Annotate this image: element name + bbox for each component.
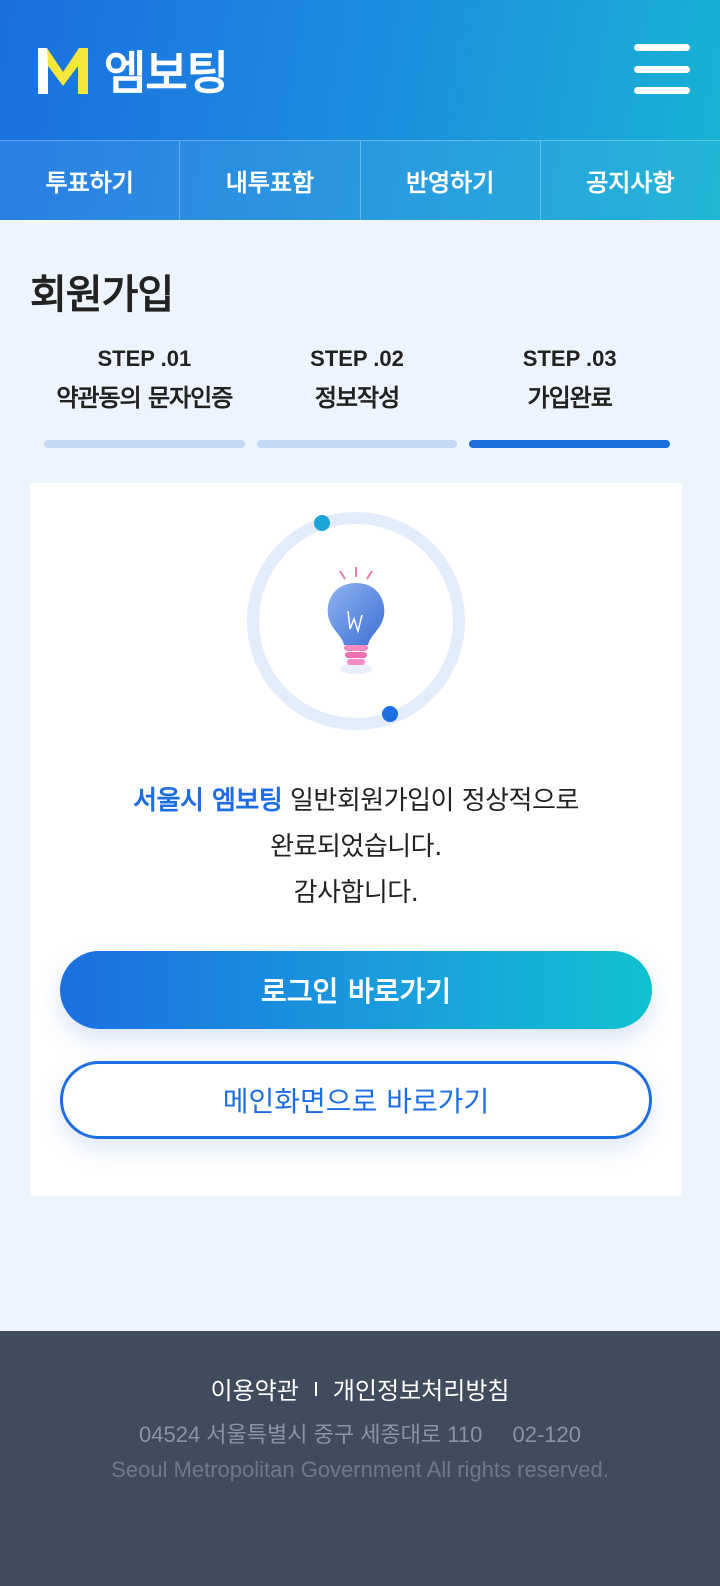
step-label: 가입완료 bbox=[527, 384, 613, 412]
logo-text: 엠보팅 bbox=[104, 46, 229, 100]
copyright: Seoul Metropolitan Government All rights… bbox=[111, 1457, 609, 1482]
step-progress-bar bbox=[256, 440, 458, 448]
divider bbox=[314, 1381, 317, 1396]
step-number: STEP .03 bbox=[522, 346, 617, 371]
complete-message: 서울시 엠보팅 일반회원가입이 정상적으로 완료되었습니다. 감사합니다. bbox=[30, 778, 682, 916]
menu-bar bbox=[634, 44, 690, 51]
page-title: 회원가입 bbox=[30, 272, 174, 318]
lightbulb-icon bbox=[247, 512, 465, 730]
message-line-3: 감사합니다. bbox=[293, 878, 419, 908]
address-text: 04524 서울특별시 중구 세종대로 110 bbox=[139, 1422, 483, 1447]
menu-bar bbox=[634, 87, 690, 94]
hamburger-menu-icon[interactable] bbox=[634, 44, 690, 94]
step-3: STEP .03 가입완료 bbox=[469, 342, 671, 448]
privacy-policy-link[interactable]: 개인정보처리방침 bbox=[333, 1371, 510, 1406]
footer: 이용약관 개인정보처리방침 04524 서울특별시 중구 세종대로 110 02… bbox=[0, 1331, 720, 1586]
logo-m-icon bbox=[38, 48, 88, 94]
main-nav: 투표하기 내투표함 반영하기 공지사항 bbox=[0, 140, 720, 220]
nav-item-vote[interactable]: 투표하기 bbox=[0, 141, 181, 220]
message-line-1: 서울시 엠보팅 일반회원가입이 정상적으로 bbox=[30, 778, 682, 824]
step-label: 정보작성 bbox=[314, 384, 400, 412]
phone-number: 02-120 bbox=[512, 1422, 581, 1447]
step-2: STEP .02 정보작성 bbox=[256, 342, 458, 448]
nav-item-my-votes[interactable]: 내투표함 bbox=[180, 141, 361, 220]
step-number: STEP .02 bbox=[310, 346, 404, 371]
nav-item-reflect[interactable]: 반영하기 bbox=[361, 141, 541, 220]
step-progress-bar bbox=[469, 440, 671, 448]
menu-bar bbox=[634, 65, 690, 73]
footer-links: 이용약관 개인정보처리방침 bbox=[0, 1371, 720, 1406]
header: 엠보팅 bbox=[0, 0, 720, 140]
signup-steps: STEP .01 약관동의 문자인증 STEP .02 정보작성 STEP .0… bbox=[44, 342, 671, 448]
go-login-button[interactable]: 로그인 바로가기 bbox=[60, 951, 652, 1029]
logo[interactable]: 엠보팅 bbox=[34, 40, 229, 100]
service-name-highlight: 서울시 엠보팅 bbox=[133, 786, 283, 816]
message-line-2: 완료되었습니다. bbox=[270, 832, 442, 862]
message-text: 일반회원가입이 정상적으로 bbox=[282, 786, 579, 816]
step-label: 약관동의 문자인증 bbox=[56, 384, 233, 412]
go-main-button[interactable]: 메인화면으로 바로가기 bbox=[60, 1061, 652, 1139]
step-number: STEP .01 bbox=[97, 346, 192, 371]
signup-complete-card: 서울시 엠보팅 일반회원가입이 정상적으로 완료되었습니다. 감사합니다. 로그… bbox=[30, 483, 682, 1196]
terms-link[interactable]: 이용약관 bbox=[211, 1371, 299, 1406]
nav-item-notice[interactable]: 공지사항 bbox=[541, 141, 720, 220]
step-1: STEP .01 약관동의 문자인증 bbox=[44, 342, 245, 448]
footer-address: 04524 서울특별시 중구 세종대로 110 02-120 bbox=[0, 1417, 720, 1449]
step-progress-bar bbox=[44, 440, 245, 448]
